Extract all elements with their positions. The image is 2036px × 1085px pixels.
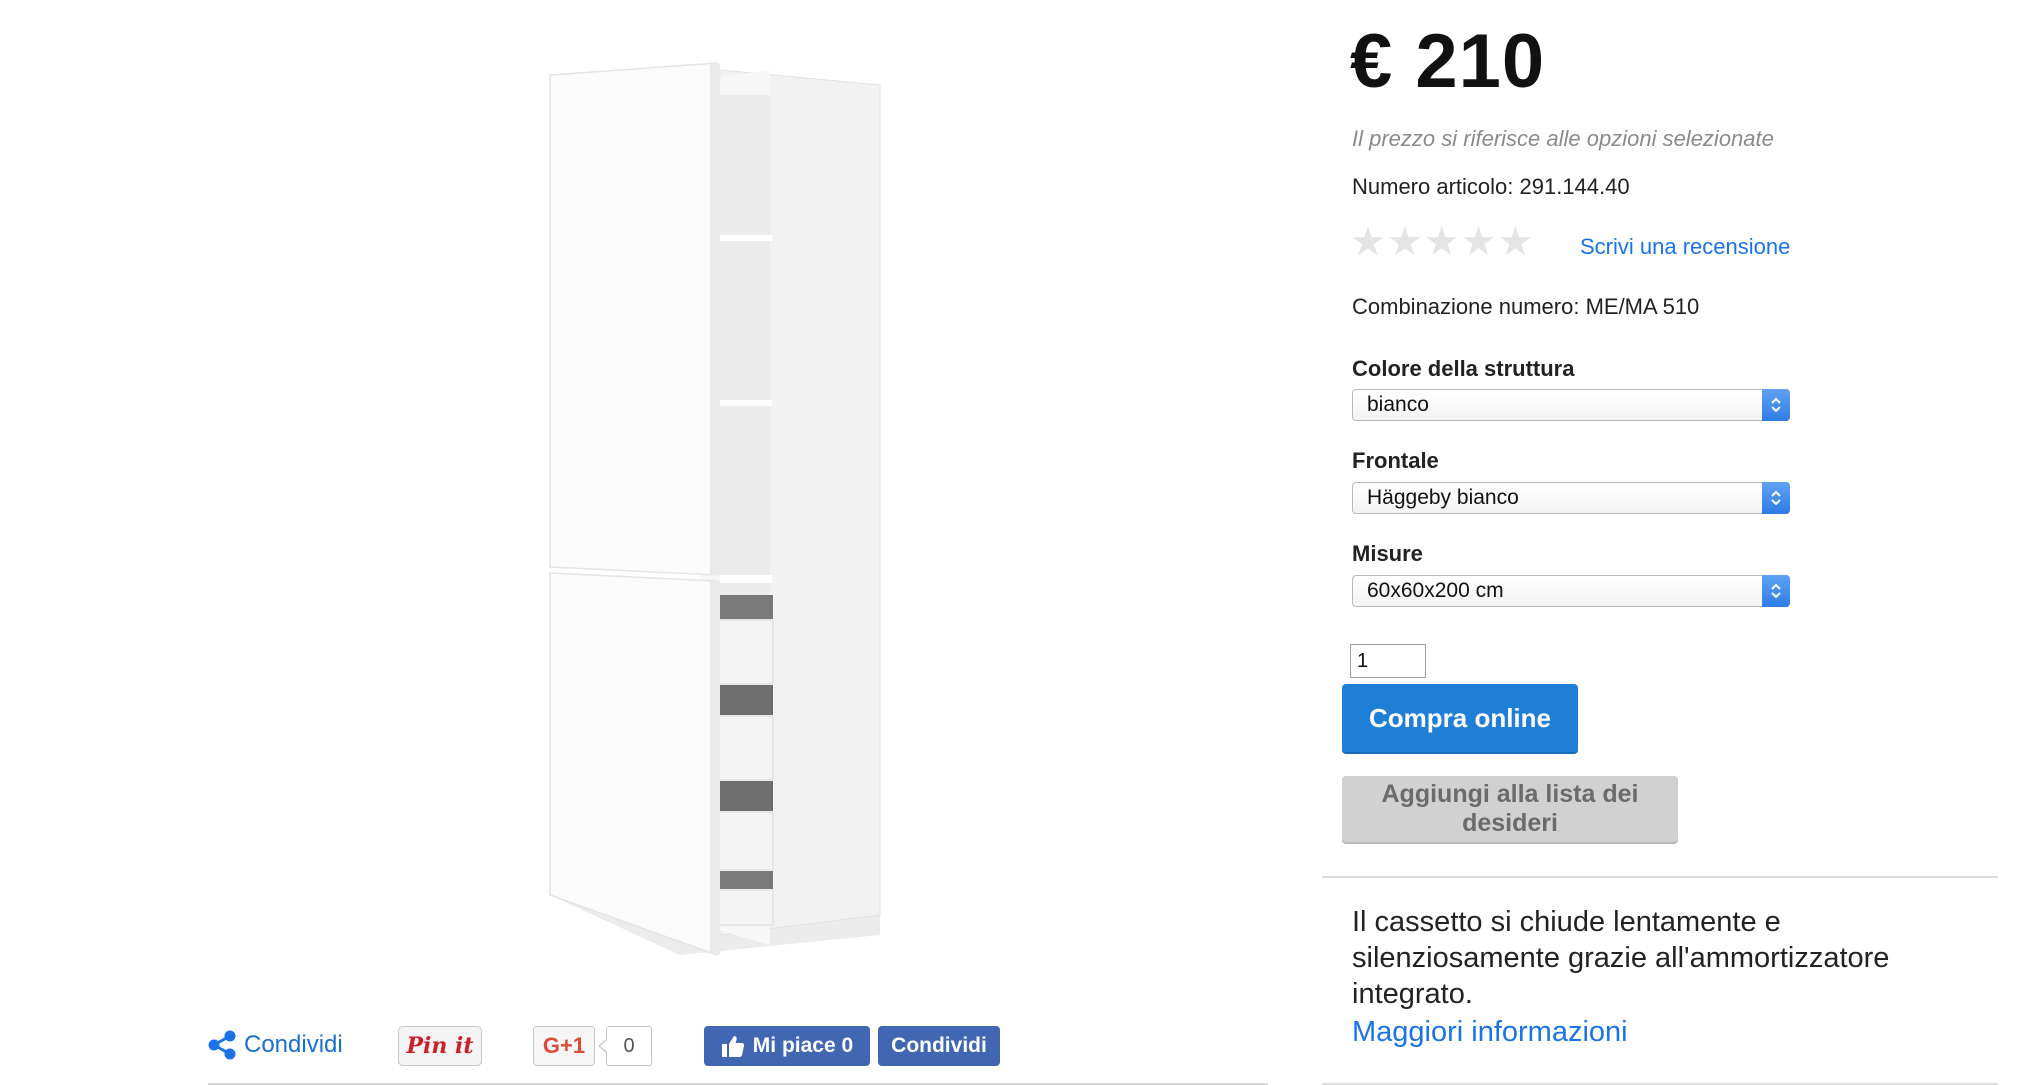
article-number: Numero articolo: 291.144.40	[1352, 174, 1630, 199]
facebook-like-button[interactable]: Mi piace 0	[704, 1026, 870, 1066]
thumbs-up-icon	[721, 1036, 744, 1057]
star-rating[interactable]: ★ ★ ★ ★ ★	[1350, 222, 1534, 262]
write-review-link[interactable]: Scrivi una recensione	[1580, 234, 1790, 260]
star-icon[interactable]: ★	[1424, 222, 1460, 262]
updown-arrows-icon	[1762, 575, 1790, 607]
facebook-like-label: Mi piace	[752, 1034, 836, 1057]
product-image-area	[0, 0, 1280, 1000]
share-icon	[208, 1030, 236, 1060]
front-select[interactable]: Häggeby bianco	[1352, 482, 1790, 514]
google-plus-count: 0	[598, 1026, 652, 1066]
star-icon[interactable]: ★	[1387, 222, 1423, 262]
feature-description: Il cassetto si chiude lentamente e silen…	[1352, 906, 1890, 1010]
pinterest-button[interactable]: Pin it	[398, 1026, 482, 1066]
price-note: Il prezzo si riferisce alle opzioni sele…	[1352, 126, 1774, 151]
facebook-share-button[interactable]: Condividi	[878, 1026, 1000, 1066]
frame-color-value: bianco	[1367, 393, 1429, 416]
frame-color-label: Colore della struttura	[1352, 356, 1575, 381]
product-image	[549, 62, 881, 957]
google-plus-label: G+1	[542, 1033, 586, 1058]
updown-arrows-icon	[1762, 482, 1790, 514]
front-label: Frontale	[1352, 448, 1439, 473]
star-icon[interactable]: ★	[1350, 222, 1386, 262]
add-to-wishlist-button[interactable]: Aggiungi alla lista dei desideri	[1342, 776, 1678, 842]
size-label: Misure	[1352, 541, 1423, 566]
star-icon[interactable]: ★	[1461, 222, 1497, 262]
frame-color-select[interactable]: bianco	[1352, 389, 1790, 421]
size-select[interactable]: 60x60x200 cm	[1352, 575, 1790, 607]
facebook-like-count: 0	[841, 1034, 854, 1057]
facebook-share-label: Condividi	[891, 1034, 987, 1057]
google-plus-button[interactable]: G+1	[533, 1026, 595, 1066]
updown-arrows-icon	[1762, 389, 1790, 421]
section-divider	[1322, 876, 1998, 878]
combination-number: Combinazione numero: ME/MA 510	[1352, 294, 1700, 319]
front-value: Häggeby bianco	[1367, 486, 1519, 509]
more-info-link[interactable]: Maggiori informazioni	[1352, 1016, 1628, 1049]
pinterest-label: Pin it	[406, 1033, 474, 1059]
share-link-label: Condividi	[244, 1031, 343, 1058]
share-bar: Condividi Pin it G+1 0 Mi piace 0 Condiv…	[208, 1026, 1268, 1074]
share-link[interactable]: Condividi	[208, 1030, 343, 1060]
product-price: € 210	[1350, 19, 1546, 104]
quantity-input[interactable]	[1350, 644, 1426, 678]
size-value: 60x60x200 cm	[1367, 579, 1504, 602]
star-icon[interactable]: ★	[1497, 222, 1533, 262]
buy-online-button[interactable]: Compra online	[1342, 684, 1578, 752]
